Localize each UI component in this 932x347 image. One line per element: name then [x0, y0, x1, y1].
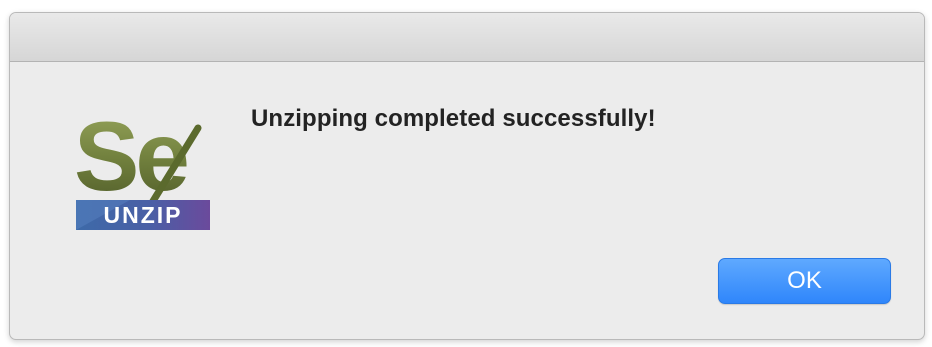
badge-text: UNZIP	[104, 202, 183, 228]
alert-dialog: Se UNZIP Unzipping completed successfull…	[9, 12, 925, 340]
ok-button[interactable]: OK	[718, 258, 891, 304]
logo-text: Se	[74, 106, 187, 211]
alert-message: Unzipping completed successfully!	[251, 105, 656, 132]
se-unzip-app-icon: Se UNZIP	[74, 106, 210, 230]
dialog-titlebar[interactable]	[10, 13, 924, 62]
